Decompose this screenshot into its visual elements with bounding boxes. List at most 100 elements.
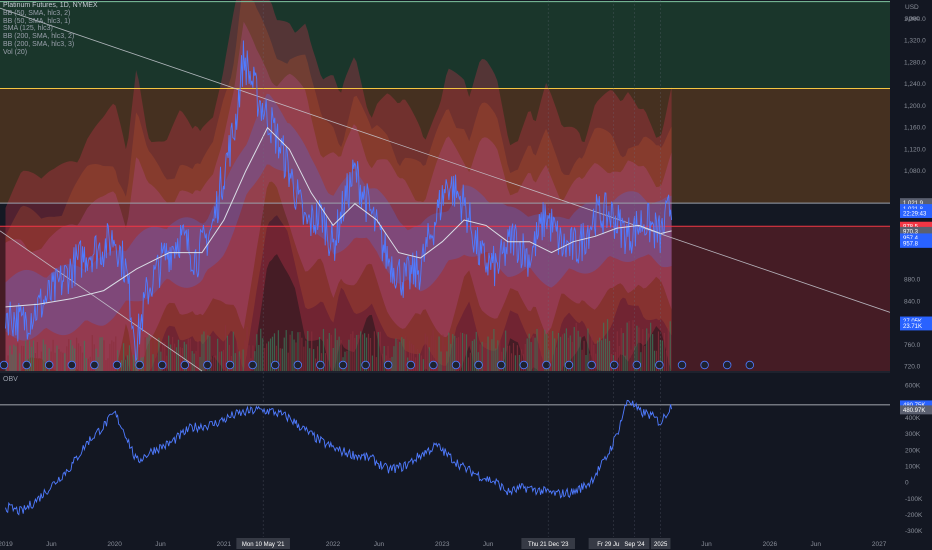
time-tick-label: Jun: [701, 541, 712, 548]
volume-bar: [144, 337, 146, 371]
volume-bar: [608, 340, 611, 371]
volume-bar: [518, 354, 520, 371]
volume-bar: [283, 337, 285, 371]
volume-bar: [77, 343, 80, 371]
volume-bar: [266, 343, 268, 371]
volume-bar: [403, 338, 405, 371]
event-marker-icon: [655, 360, 664, 370]
volume-bar: [81, 352, 84, 371]
volume-bar: [267, 341, 270, 371]
volume-bar: [56, 345, 58, 371]
volume-bar: [244, 340, 246, 371]
volume-bar: [597, 340, 599, 371]
event-marker-icon: [0, 360, 9, 370]
volume-bar: [9, 345, 11, 371]
time-badge-label: Sep '24: [624, 542, 645, 548]
volume-bar: [397, 339, 399, 371]
volume-bar: [99, 337, 101, 371]
volume-bar: [485, 342, 487, 371]
time-tick-label: 2027: [872, 541, 887, 548]
volume-bar: [516, 345, 519, 371]
volume-bar: [438, 336, 440, 371]
volume-bar: [124, 359, 127, 371]
volume-bar: [579, 336, 581, 371]
volume-bar: [626, 322, 628, 371]
price-tick-label: 1,240.0: [904, 81, 926, 88]
volume-bar: [264, 347, 266, 371]
chart-legend[interactable]: Platinum Futures, 1D, NYMEX BB (50, SMA,…: [3, 2, 98, 57]
volume-bar: [606, 319, 609, 371]
volume-bar: [87, 358, 89, 371]
volume-bar: [483, 342, 485, 371]
volume-bar: [166, 355, 168, 371]
volume-bar: [348, 339, 350, 371]
volume-bar: [40, 351, 42, 371]
chart-canvas[interactable]: USDapoc1,360.01,320.01,280.01,240.01,200…: [0, 0, 932, 550]
volume-bar: [193, 353, 195, 371]
volume-bar: [175, 347, 178, 371]
volume-bar: [646, 328, 648, 371]
time-tick-label: 2020: [107, 541, 122, 548]
volume-bar: [418, 353, 421, 371]
volume-bar: [350, 333, 352, 371]
legend-line-1[interactable]: BB (50, SMA, hlc3, 2): [3, 10, 98, 18]
legend-line-2[interactable]: BB (50, SMA, hlc3, 1): [3, 18, 98, 26]
event-marker-icon: [67, 360, 76, 370]
volume-bar: [557, 332, 560, 371]
volume-bar: [75, 337, 78, 371]
volume-bar: [215, 355, 217, 371]
volume-bar: [512, 343, 515, 371]
volume-bar: [354, 337, 356, 371]
volume-bar: [665, 350, 667, 371]
event-marker-icon: [22, 360, 31, 370]
event-marker-icon: [519, 360, 528, 370]
volume-bar: [653, 350, 656, 371]
time-tick-label: Jun: [811, 541, 822, 548]
volume-bar: [604, 338, 607, 371]
event-marker-icon: [723, 360, 732, 370]
obv-tick-label: 600K: [905, 383, 921, 390]
volume-bar: [393, 346, 395, 371]
price-tick-label: 1,160.0: [904, 125, 926, 132]
volume-bar: [667, 326, 669, 371]
volume-bar: [640, 352, 642, 371]
event-marker-icon: [180, 360, 189, 370]
volume-bar: [36, 342, 39, 371]
obv-label[interactable]: OBV: [3, 376, 18, 383]
volume-bar: [650, 322, 652, 371]
legend-line-3[interactable]: SMA (125, hlc3): [3, 25, 98, 33]
volume-bar: [279, 348, 281, 371]
price-badge-label: 23.71K: [903, 324, 922, 330]
volume-bar: [334, 328, 336, 371]
volume-bar: [422, 359, 424, 371]
obv-badge-label: 480.97K: [903, 408, 925, 414]
volume-bar: [463, 333, 466, 371]
volume-bar: [514, 355, 517, 371]
volume-bar: [123, 343, 125, 371]
event-marker-icon: [564, 360, 574, 370]
event-marker-icon: [497, 360, 506, 370]
volume-bar: [220, 351, 223, 371]
price-tick-label: 1,360.0: [904, 16, 926, 23]
volume-bar: [528, 333, 530, 371]
volume-bar: [356, 334, 358, 371]
volume-bar: [444, 345, 446, 371]
volume-bar: [642, 329, 644, 371]
volume-bar: [324, 353, 327, 371]
volume-bar: [11, 354, 13, 371]
volume-bar: [309, 348, 311, 371]
volume-bar: [644, 345, 646, 371]
volume-bar: [375, 357, 377, 371]
legend-line-6[interactable]: Vol (20): [3, 49, 98, 57]
volume-bar: [379, 331, 381, 371]
volume-bar: [38, 358, 40, 371]
volume-bar: [603, 322, 605, 371]
volume-bar: [383, 346, 385, 371]
obv-tick-label: -300K: [905, 528, 923, 535]
legend-line-5[interactable]: BB (200, SMA, hlc3, 3): [3, 41, 98, 49]
volume-bar: [530, 342, 532, 371]
volume-bar: [213, 355, 215, 371]
obv-tick-label: 100K: [905, 463, 921, 470]
legend-line-4[interactable]: BB (200, SMA, hlc3, 2): [3, 33, 98, 41]
volume-bar: [305, 340, 307, 371]
